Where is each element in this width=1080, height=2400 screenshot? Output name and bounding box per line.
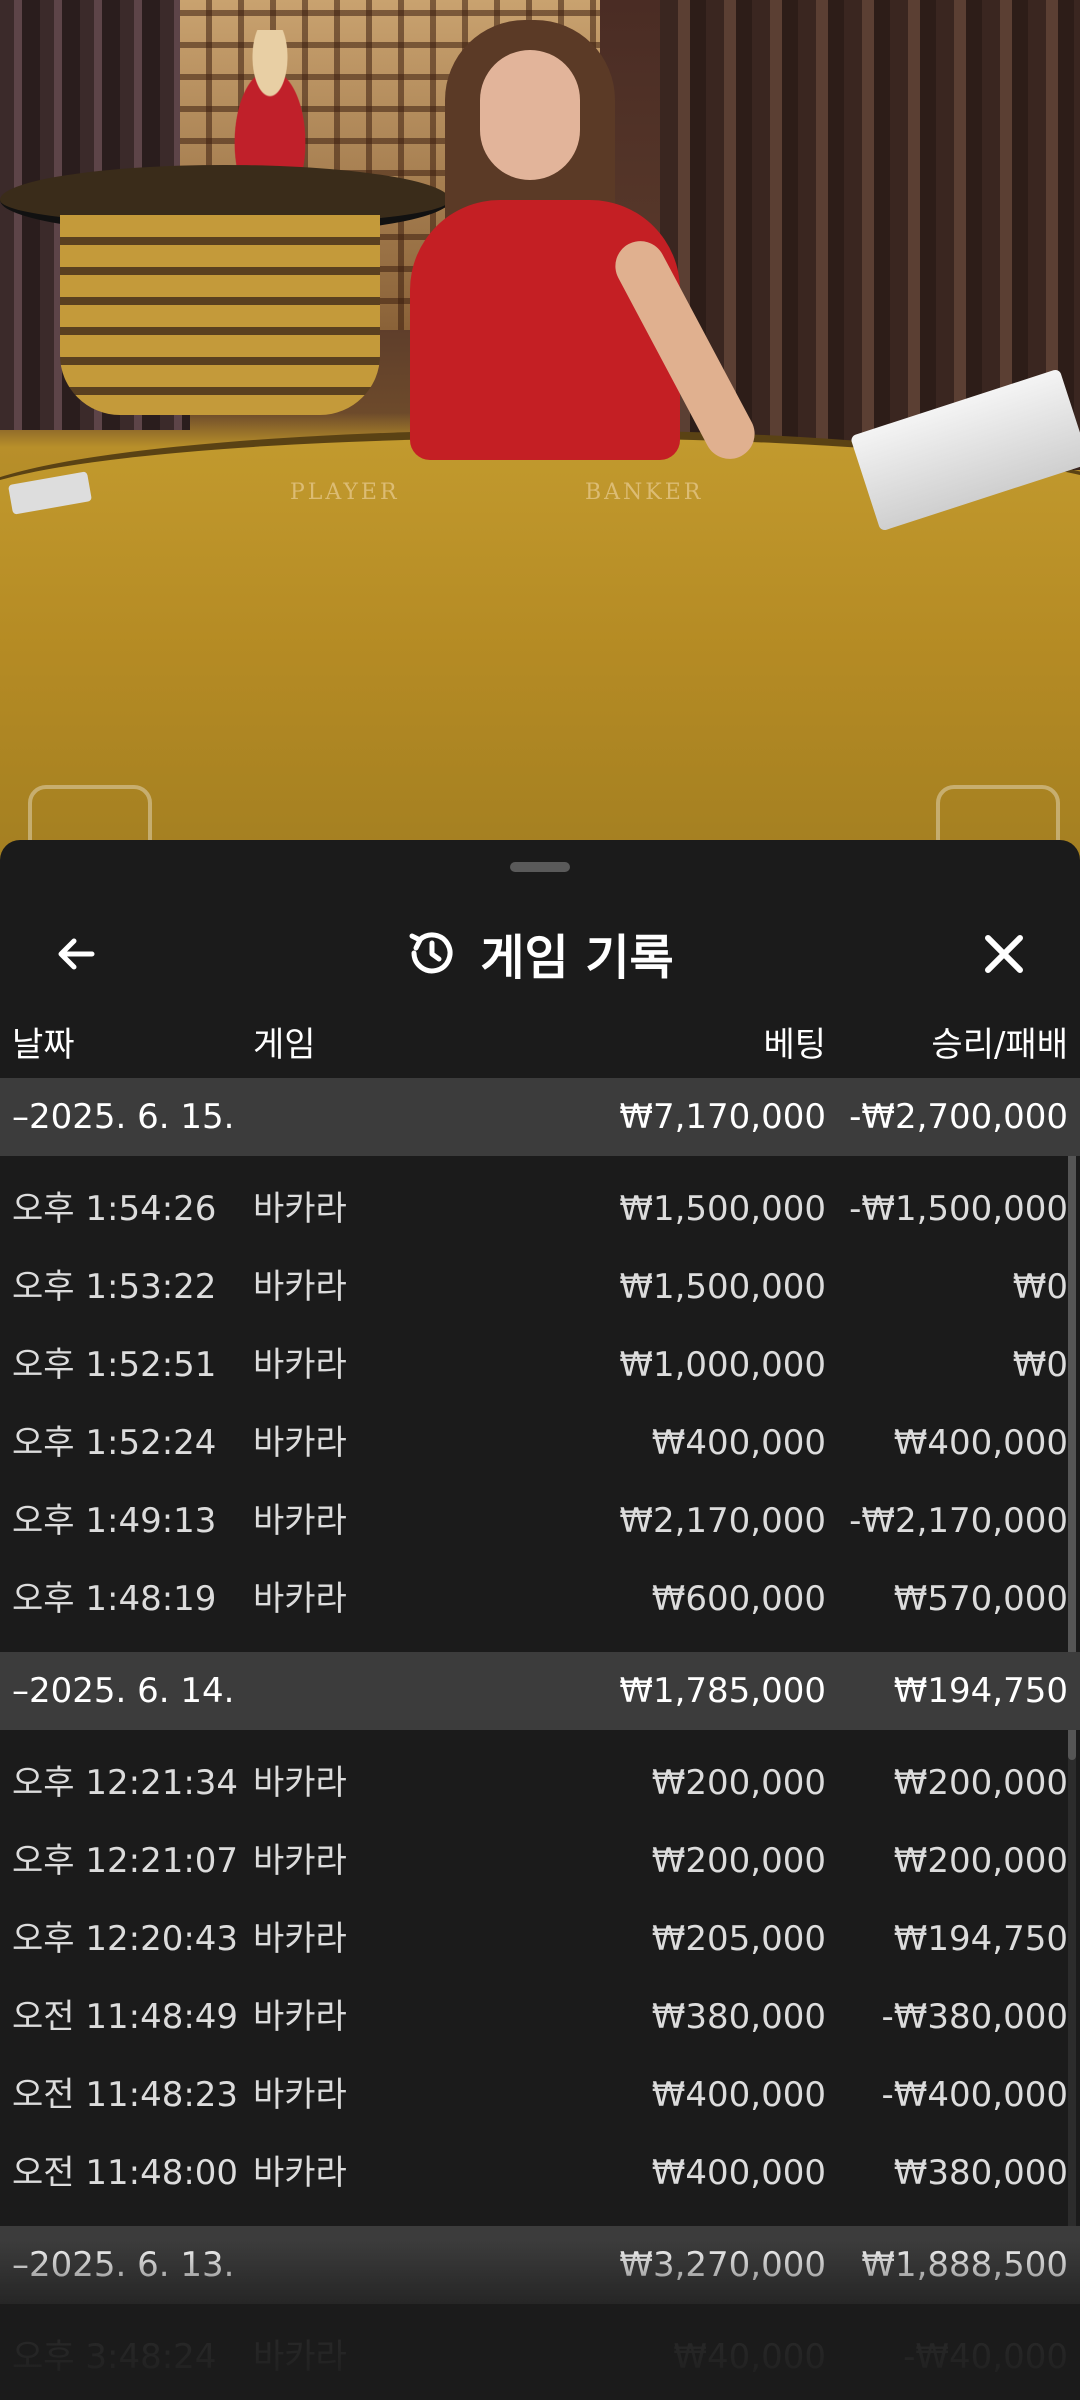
row-bet: ₩400,000 (651, 2153, 826, 2193)
row-bet: ₩380,000 (651, 1997, 826, 2037)
group-result-total: ₩1,888,500 (861, 2245, 1068, 2285)
row-game: 바카라 (253, 2337, 347, 2377)
sheet-drag-handle[interactable] (510, 862, 570, 872)
history-row[interactable]: 오후 1:53:22 바카라 ₩1,500,000 ₩0 (0, 1248, 1080, 1326)
row-time: 오후 1:52:51 (12, 1345, 217, 1385)
row-time: 오전 11:48:00 (12, 2153, 239, 2193)
column-header-result[interactable]: 승리/패배 (931, 1010, 1068, 1080)
table-header: 날짜 게임 베팅 승리/패배 (0, 1010, 1080, 1080)
column-header-bet[interactable]: 베팅 (763, 1010, 826, 1080)
group-date: –2025. 6. 13. (12, 2245, 235, 2285)
row-time: 오전 11:48:49 (12, 1997, 239, 2037)
date-group-header[interactable]: –2025. 6. 14. ₩1,785,000 ₩194,750 (0, 1652, 1080, 1730)
row-time: 오후 12:21:34 (12, 1763, 239, 1803)
group-result-total: -₩2,700,000 (849, 1097, 1068, 1137)
row-time: 오후 1:53:22 (12, 1267, 217, 1307)
row-game: 바카라 (253, 1189, 347, 1229)
background-table-base (60, 215, 380, 415)
row-game: 바카라 (253, 2075, 347, 2115)
column-header-game[interactable]: 게임 (253, 1010, 316, 1080)
row-game: 바카라 (253, 2153, 347, 2193)
row-time: 오후 1:49:13 (12, 1501, 217, 1541)
row-bet: ₩205,000 (651, 1919, 826, 1959)
history-row[interactable]: 오전 11:48:49 바카라 ₩380,000 -₩380,000 (0, 1978, 1080, 2056)
row-result: -₩2,170,000 (849, 1501, 1068, 1541)
group-bet-total: ₩7,170,000 (619, 1097, 826, 1137)
row-time: 오후 1:54:26 (12, 1189, 217, 1229)
sheet-title: 게임 기록 (480, 930, 674, 986)
history-row[interactable]: 오후 1:49:13 바카라 ₩2,170,000 -₩2,170,000 (0, 1482, 1080, 1560)
group-date: –2025. 6. 14. (12, 1671, 235, 1711)
row-bet: ₩400,000 (651, 2075, 826, 2115)
dealer (390, 20, 764, 480)
history-list: –2025. 6. 15. ₩7,170,000 -₩2,700,000 오후 … (0, 1078, 1080, 2396)
row-result: ₩0 (1012, 1267, 1068, 1307)
row-result: -₩400,000 (881, 2075, 1069, 2115)
row-game: 바카라 (253, 1345, 347, 1385)
row-bet: ₩1,500,000 (619, 1267, 826, 1307)
history-row[interactable]: 오후 12:21:34 바카라 ₩200,000 ₩200,000 (0, 1744, 1080, 1822)
row-game: 바카라 (253, 1423, 347, 1463)
row-bet: ₩400,000 (651, 1423, 826, 1463)
history-row[interactable]: 오후 1:48:19 바카라 ₩600,000 ₩570,000 (0, 1560, 1080, 1638)
row-result: ₩200,000 (893, 1841, 1068, 1881)
row-time: 오후 12:20:43 (12, 1919, 239, 1959)
group-date: –2025. 6. 15. (12, 1097, 235, 1137)
row-result: -₩380,000 (881, 1997, 1069, 2037)
history-row[interactable]: 오후 1:52:24 바카라 ₩400,000 ₩400,000 (0, 1404, 1080, 1482)
row-result: -₩40,000 (903, 2337, 1068, 2377)
live-video-feed: PLAYER BANKER (0, 0, 1080, 860)
row-game: 바카라 (253, 1501, 347, 1541)
row-result: ₩380,000 (893, 2153, 1068, 2193)
row-game: 바카라 (253, 1763, 347, 1803)
table-label-player: PLAYER (290, 480, 400, 505)
history-row[interactable]: 오후 1:54:26 바카라 ₩1,500,000 -₩1,500,000 (0, 1170, 1080, 1248)
row-game: 바카라 (253, 1267, 347, 1307)
row-time: 오후 1:52:24 (12, 1423, 217, 1463)
column-header-date[interactable]: 날짜 (12, 1010, 75, 1080)
row-bet: ₩200,000 (651, 1763, 826, 1803)
row-time: 오후 1:48:19 (12, 1579, 217, 1619)
history-row[interactable]: 오후 1:52:51 바카라 ₩1,000,000 ₩0 (0, 1326, 1080, 1404)
row-bet: ₩2,170,000 (619, 1501, 826, 1541)
history-row[interactable]: 오후 12:20:43 바카라 ₩205,000 ₩194,750 (0, 1900, 1080, 1978)
row-game: 바카라 (253, 1579, 347, 1619)
date-group-header[interactable]: –2025. 6. 13. ₩3,270,000 ₩1,888,500 (0, 2226, 1080, 2304)
row-time: 오후 12:21:07 (12, 1841, 239, 1881)
group-bet-total: ₩1,785,000 (619, 1671, 826, 1711)
row-result: ₩194,750 (893, 1919, 1068, 1959)
history-row[interactable]: 오후 12:21:07 바카라 ₩200,000 ₩200,000 (0, 1822, 1080, 1900)
sheet-header: 게임 기록 (0, 900, 1080, 1010)
sheet-title-group: 게임 기록 (0, 918, 1080, 988)
row-result: ₩570,000 (893, 1579, 1068, 1619)
date-group-header[interactable]: –2025. 6. 15. ₩7,170,000 -₩2,700,000 (0, 1078, 1080, 1156)
history-row[interactable]: 오전 11:48:23 바카라 ₩400,000 -₩400,000 (0, 2056, 1080, 2134)
row-game: 바카라 (253, 1997, 347, 2037)
row-result: ₩0 (1012, 1345, 1068, 1385)
history-clock-icon (409, 932, 453, 974)
background-dealer (215, 30, 325, 180)
row-bet: ₩600,000 (651, 1579, 826, 1619)
row-time: 오후 3:48:24 (12, 2337, 217, 2377)
row-bet: ₩200,000 (651, 1841, 826, 1881)
row-bet: ₩40,000 (673, 2337, 826, 2377)
row-game: 바카라 (253, 1919, 347, 1959)
row-result: -₩1,500,000 (849, 1189, 1068, 1229)
row-result: ₩400,000 (893, 1423, 1068, 1463)
row-bet: ₩1,000,000 (619, 1345, 826, 1385)
close-icon (985, 935, 1023, 973)
group-result-total: ₩194,750 (893, 1671, 1068, 1711)
row-time: 오전 11:48:23 (12, 2075, 239, 2115)
row-result: ₩200,000 (893, 1763, 1068, 1803)
group-bet-total: ₩3,270,000 (619, 2245, 826, 2285)
row-bet: ₩1,500,000 (619, 1189, 826, 1229)
table-label-banker: BANKER (585, 480, 704, 505)
history-row[interactable]: 오후 3:48:24 바카라 ₩40,000 -₩40,000 (0, 2318, 1080, 2396)
row-game: 바카라 (253, 1841, 347, 1881)
history-row[interactable]: 오전 11:48:00 바카라 ₩400,000 ₩380,000 (0, 2134, 1080, 2212)
close-button[interactable] (972, 922, 1036, 986)
game-history-sheet: 게임 기록 날짜 게임 베팅 승리/패배 –2025. 6. 15. ₩7,17… (0, 840, 1080, 2400)
